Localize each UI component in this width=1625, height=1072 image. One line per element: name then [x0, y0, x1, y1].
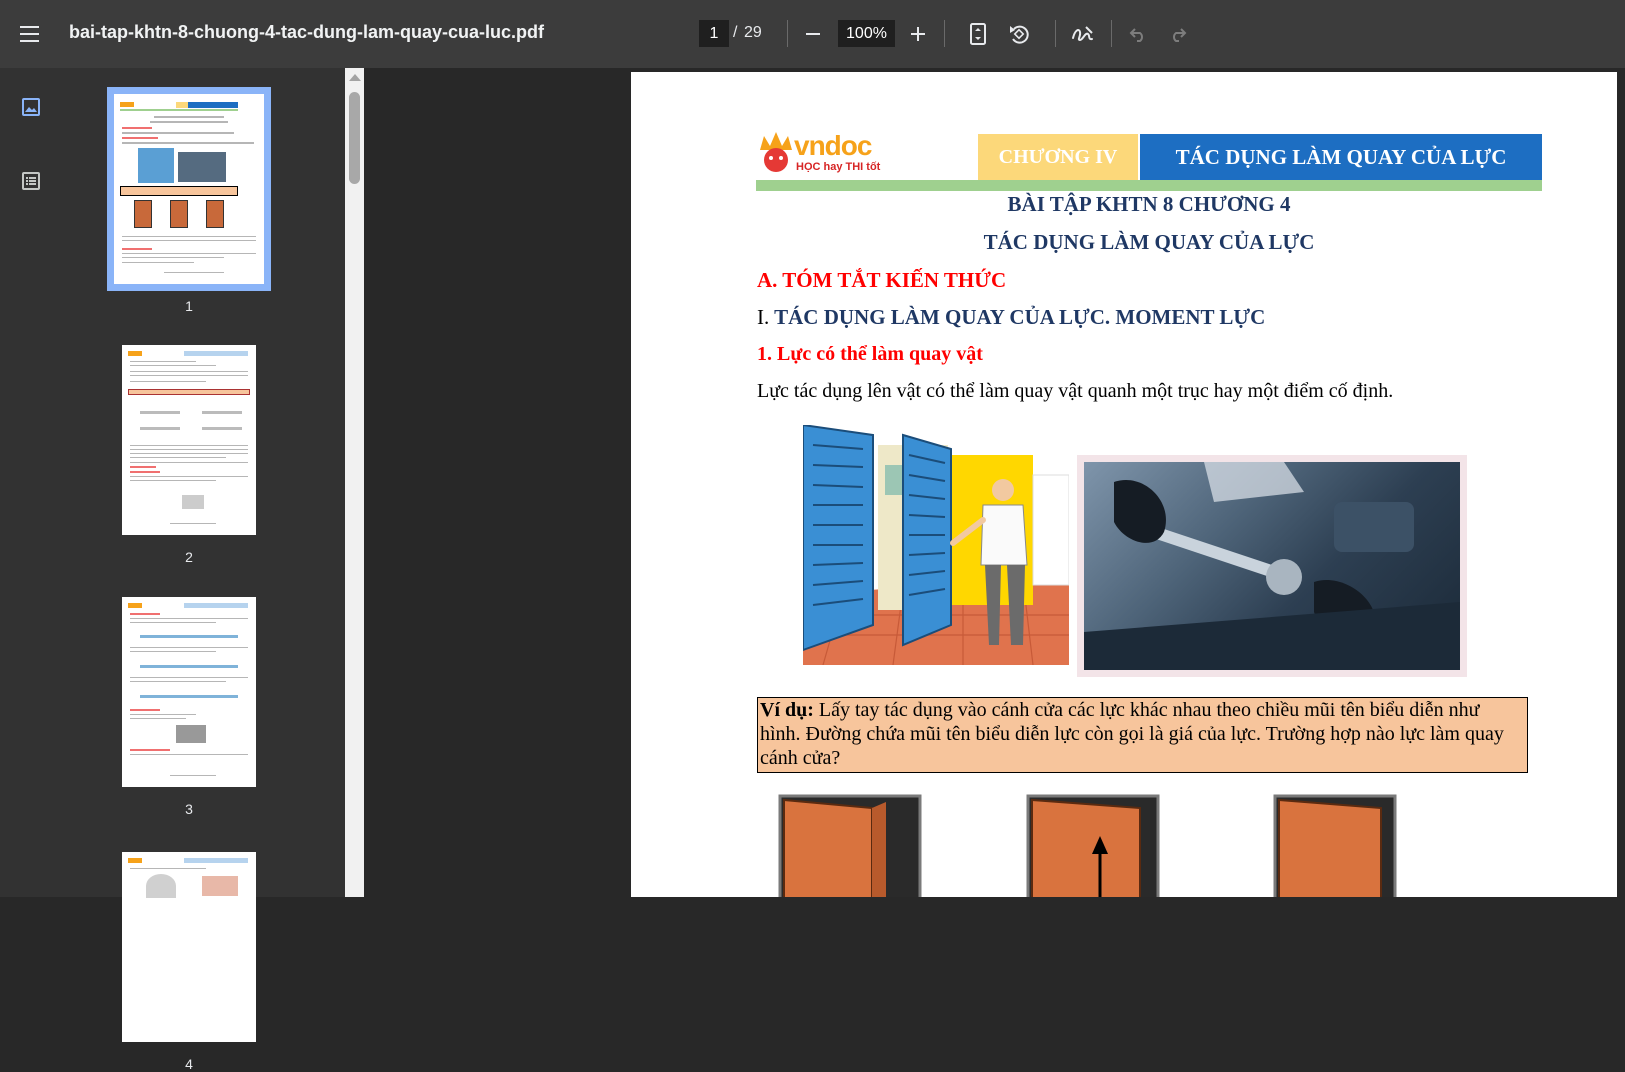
toolbar-divider	[1055, 20, 1056, 47]
door-illustration	[803, 425, 1069, 665]
thumbnail-page-2[interactable]: 2	[122, 345, 256, 565]
undo-button[interactable]	[1122, 18, 1154, 50]
document-subtitle: TÁC DỤNG LÀM QUAY CỦA LỰC	[983, 230, 1315, 254]
thumbnail-sidebar: 1 2 3 4	[0, 68, 345, 1072]
fit-page-button[interactable]	[962, 18, 994, 50]
sidebar-scrollbar[interactable]	[345, 68, 364, 897]
thumbnail-image	[122, 597, 256, 787]
thumbnail-image	[107, 87, 271, 291]
document-filename: bai-tap-khtn-8-chuong-4-tac-dung-lam-qua…	[69, 22, 544, 42]
section-1-heading: 1. Lực có thể làm quay vật	[757, 343, 983, 365]
example-box: Ví dụ: Lấy tay tác dụng vào cánh cửa các…	[757, 697, 1528, 773]
engine-wrench-photo	[1077, 455, 1467, 677]
door-case-2	[1026, 794, 1160, 897]
fit-page-icon	[970, 23, 986, 45]
thumbnail-page-3[interactable]: 3	[122, 597, 256, 817]
menu-icon[interactable]	[14, 20, 44, 48]
thumbnails-tab[interactable]	[18, 94, 44, 120]
example-text: Lấy tay tác dụng vào cánh cửa các lực kh…	[760, 699, 1504, 769]
page-number-input[interactable]	[699, 20, 729, 47]
thumbnail-label: 2	[185, 549, 193, 565]
logo-mascot-icon	[760, 132, 792, 172]
thumbnail-label: 4	[185, 1056, 193, 1072]
minus-icon	[806, 33, 820, 35]
page-separator: /	[733, 24, 738, 41]
scrollbar-thumb[interactable]	[349, 92, 360, 184]
pdf-viewer[interactable]: vndoc HỌC hay THI tốt CHƯƠNG IV TÁC DỤNG…	[364, 68, 1625, 897]
redo-icon	[1173, 28, 1187, 42]
door-case-1	[778, 794, 922, 897]
door-case-3	[1273, 794, 1397, 897]
outline-tab[interactable]	[18, 168, 44, 194]
rotate-button[interactable]	[1003, 18, 1035, 50]
pdf-page: vndoc HỌC hay THI tốt CHƯƠNG IV TÁC DỤNG…	[631, 72, 1617, 897]
plus-icon	[911, 27, 925, 41]
thumbnail-label: 1	[185, 298, 193, 314]
thumbnail-image	[122, 345, 256, 535]
zoom-in-button[interactable]	[902, 18, 934, 50]
list-icon	[22, 172, 40, 190]
thumbnail-page-4[interactable]: 4	[122, 852, 256, 1072]
vndoc-logo: vndoc HỌC hay THI tốt	[756, 130, 881, 174]
wrench-image	[1084, 462, 1460, 670]
toolbar-divider	[787, 20, 788, 47]
chapter-title: TÁC DỤNG LÀM QUAY CỦA LỰC	[1140, 134, 1542, 180]
thumbnail-page-1[interactable]: 1	[107, 87, 271, 314]
document-title: BÀI TẬP KHTN 8 CHƯƠNG 4	[1007, 192, 1291, 216]
toolbar-divider	[944, 20, 945, 47]
zoom-input[interactable]	[838, 20, 895, 47]
pdf-toolbar: bai-tap-khtn-8-chuong-4-tac-dung-lam-qua…	[0, 0, 1625, 68]
rotate-icon	[1010, 25, 1029, 44]
toolbar-divider	[1111, 20, 1112, 47]
chapter-label: CHƯƠNG IV	[978, 134, 1138, 180]
scroll-up-arrow-icon[interactable]	[349, 74, 361, 81]
section-i-heading: I. TÁC DỤNG LÀM QUAY CỦA LỰC. MOMENT LỰC	[757, 305, 1266, 329]
thumbnail-image	[122, 852, 256, 1042]
example-label: Ví dụ:	[760, 699, 814, 721]
image-icon	[22, 98, 40, 116]
header-divider	[756, 180, 1542, 191]
annotate-button[interactable]	[1067, 18, 1099, 50]
body-paragraph: Lực tác dụng lên vật có thể làm quay vật…	[757, 380, 1394, 402]
page-total: 29	[744, 24, 762, 41]
zoom-out-button[interactable]	[797, 18, 829, 50]
section-a-heading: A. TÓM TẮT KIẾN THỨC	[757, 268, 1007, 292]
draw-icon	[1072, 26, 1093, 42]
thumbnail-label: 3	[185, 801, 193, 817]
redo-button[interactable]	[1162, 18, 1194, 50]
undo-icon	[1129, 28, 1143, 42]
